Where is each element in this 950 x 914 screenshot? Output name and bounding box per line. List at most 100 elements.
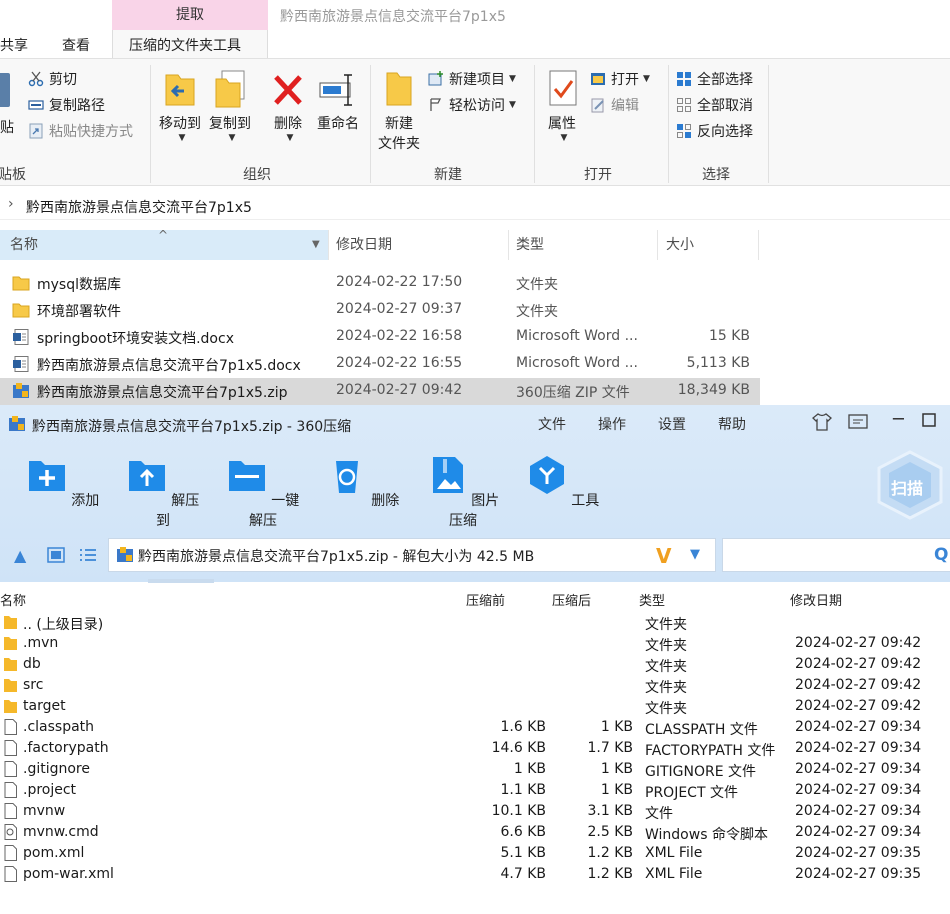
paste-icon[interactable] bbox=[0, 73, 10, 107]
menu-settings[interactable]: 设置 bbox=[658, 414, 686, 434]
column-divider[interactable] bbox=[758, 230, 759, 260]
paste-shortcut-icon bbox=[28, 123, 44, 139]
zip-file-row[interactable]: pom-war.xml 4.7 KB 1.2 KB XML File 2024-02-2… bbox=[0, 864, 950, 885]
address-bar[interactable]: › 黔西南旅游景点信息交流平台7p1x5 bbox=[0, 192, 950, 220]
copy-path-button[interactable]: 复制路径 bbox=[28, 95, 105, 115]
easy-access-button[interactable]: 轻松访问 ▼ bbox=[428, 95, 516, 115]
rename-button[interactable]: 重命名 bbox=[312, 69, 364, 133]
zip-file-row[interactable]: mvnw 10.1 KB 3.1 KB 文件 2024-02-27 09:34 bbox=[0, 801, 950, 822]
add-button[interactable]: 添加 bbox=[23, 455, 103, 510]
file-row[interactable]: 黔西南旅游景点信息交流平台7p1x5.docx 2024-02-22 16:55… bbox=[0, 351, 760, 378]
zip-search-input[interactable] bbox=[722, 538, 950, 572]
zip-file-date: 2024-02-27 09:34 bbox=[795, 782, 922, 798]
new-folder-label-1: 新建 bbox=[385, 116, 413, 132]
scissors-icon bbox=[28, 71, 44, 87]
zip-file-row[interactable]: .mvn 文件夹 2024-02-27 09:42 bbox=[0, 633, 950, 654]
zip-file-row[interactable]: src 文件夹 2024-02-27 09:42 bbox=[0, 675, 950, 696]
zip-column-name[interactable]: 名称 bbox=[0, 590, 26, 609]
zip-file-row[interactable]: .gitignore 1 KB 1 KB GITIGNORE 文件 2024-02-27… bbox=[0, 759, 950, 780]
delete-button[interactable]: 删除 ▼ bbox=[266, 69, 310, 143]
chevron-down-icon[interactable]: ▼ bbox=[690, 547, 700, 562]
one-click-extract-icon bbox=[228, 461, 265, 491]
one-click-extract-button[interactable]: 一键解压 bbox=[223, 455, 303, 530]
move-to-button[interactable]: 移动到 ▼ bbox=[156, 69, 204, 143]
file-row[interactable]: mysql数据库 2024-02-22 17:50 文件夹 bbox=[0, 270, 760, 297]
minimize-icon[interactable]: ─ bbox=[893, 409, 904, 430]
address-path[interactable]: 黔西南旅游景点信息交流平台7p1x5 bbox=[26, 197, 252, 217]
copy-to-label: 复制到 bbox=[209, 116, 251, 132]
column-header-name[interactable]: 名称 ^ ▼ bbox=[0, 228, 328, 260]
folder-icon bbox=[4, 700, 17, 713]
paste-shortcut-button[interactable]: 粘贴快捷方式 bbox=[28, 121, 133, 141]
zip-toolbar-area: 黔西南旅游景点信息交流平台7p1x5.zip - 360压缩 文件 操作 设置 … bbox=[0, 405, 950, 582]
chevron-down-icon[interactable]: ▼ bbox=[312, 230, 320, 260]
zip-column-date[interactable]: 修改日期 bbox=[790, 590, 842, 609]
select-none-button[interactable]: 全部取消 bbox=[676, 95, 753, 115]
zip-file-size-before: 6.6 KB bbox=[500, 824, 547, 840]
scan-button[interactable]: 扫描 bbox=[875, 450, 945, 520]
select-all-label: 全部选择 bbox=[697, 72, 753, 88]
select-all-button[interactable]: 全部选择 bbox=[676, 69, 753, 89]
menu-file[interactable]: 文件 bbox=[538, 414, 566, 434]
tab-share[interactable]: 共享 bbox=[0, 35, 28, 55]
file-date: 2024-02-22 16:58 bbox=[336, 328, 463, 344]
open-button[interactable]: 打开 ▼ bbox=[590, 69, 650, 89]
up-arrow-icon[interactable]: ▲ bbox=[14, 546, 26, 565]
tools-button[interactable]: 工具 bbox=[523, 455, 603, 510]
properties-button[interactable]: 属性 ▼ bbox=[540, 69, 584, 143]
paste-button-partial[interactable]: 贴 bbox=[0, 117, 14, 137]
column-header-size[interactable]: 大小 bbox=[656, 230, 756, 260]
v-logo-icon[interactable]: V bbox=[656, 544, 671, 568]
file-row[interactable]: springboot环境安装文档.docx 2024-02-22 16:58 M… bbox=[0, 324, 760, 351]
tab-compressed-folder-tools[interactable]: 压缩的文件夹工具 bbox=[129, 35, 241, 55]
zip-file-date: 2024-02-27 09:35 bbox=[795, 866, 922, 882]
maximize-icon[interactable] bbox=[922, 413, 936, 431]
edit-button[interactable]: 编辑 bbox=[590, 95, 639, 115]
zip-file-name: target bbox=[23, 698, 66, 714]
skin-icon[interactable] bbox=[812, 413, 832, 435]
tab-view[interactable]: 查看 bbox=[62, 35, 90, 55]
zip-file-row[interactable]: .factorypath 14.6 KB 1.7 KB FACTORYPATH 文件 2… bbox=[0, 738, 950, 759]
zip-file-row[interactable]: .classpath 1.6 KB 1 KB CLASSPATH 文件 2024-02-… bbox=[0, 717, 950, 738]
zip-file-row[interactable]: mvnw.cmd 6.6 KB 2.5 KB Windows 命令脚本 2024-02-… bbox=[0, 822, 950, 843]
invert-selection-button[interactable]: 反向选择 bbox=[676, 121, 753, 141]
new-folder-icon bbox=[386, 72, 412, 106]
zip-file-row[interactable]: .project 1.1 KB 1 KB PROJECT 文件 2024-02-27 0… bbox=[0, 780, 950, 801]
zip-column-post[interactable]: 压缩后 bbox=[552, 590, 591, 609]
chevron-right-icon[interactable]: › bbox=[8, 196, 14, 212]
cut-button[interactable]: 剪切 bbox=[28, 69, 77, 89]
view-thumbnail-icon[interactable] bbox=[47, 547, 65, 567]
menu-help[interactable]: 帮助 bbox=[718, 414, 746, 434]
zip-column-pre[interactable]: 压缩前 bbox=[466, 590, 505, 609]
column-header-type[interactable]: 类型 bbox=[506, 230, 656, 260]
zip-column-type[interactable]: 类型 bbox=[639, 590, 665, 609]
new-item-button[interactable]: 新建项目 ▼ bbox=[428, 69, 516, 89]
file-row-selected[interactable]: 黔西南旅游景点信息交流平台7p1x5.zip 2024-02-27 09:42 … bbox=[0, 378, 760, 405]
feedback-icon[interactable] bbox=[848, 413, 868, 435]
zip-file-type: PROJECT 文件 bbox=[645, 785, 738, 801]
file-row[interactable]: 环境部署软件 2024-02-27 09:37 文件夹 bbox=[0, 297, 760, 324]
file-date: 2024-02-27 09:42 bbox=[336, 382, 463, 398]
search-icon[interactable]: Q bbox=[934, 545, 948, 565]
image-compress-button[interactable]: 图片压缩 bbox=[423, 455, 503, 530]
new-folder-button[interactable]: 新建 文件夹 bbox=[374, 69, 424, 153]
zip-file-row[interactable]: .. (上级目录) 文件夹 bbox=[0, 612, 950, 633]
scan-label: 扫描 bbox=[891, 479, 924, 498]
context-tab-extract[interactable]: 提取 bbox=[112, 0, 268, 30]
delete-x-icon bbox=[274, 75, 302, 105]
zip-file-row[interactable]: db 文件夹 2024-02-27 09:42 bbox=[0, 654, 950, 675]
image-compress-label: 图片压缩 bbox=[449, 493, 500, 529]
column-header-date[interactable]: 修改日期 bbox=[326, 230, 506, 260]
extract-to-button[interactable]: 解压到 bbox=[123, 455, 203, 530]
zip-delete-button[interactable]: 删除 bbox=[323, 455, 403, 510]
copy-to-button[interactable]: 复制到 ▼ bbox=[206, 69, 254, 143]
zip-file-row[interactable]: pom.xml 5.1 KB 1.2 KB XML File 2024-02-27 09… bbox=[0, 843, 950, 864]
menu-operate[interactable]: 操作 bbox=[598, 414, 626, 434]
zip-file-row[interactable]: target 文件夹 2024-02-27 09:42 bbox=[0, 696, 950, 717]
select-all-icon bbox=[676, 71, 692, 87]
add-icon bbox=[28, 461, 65, 491]
group-separator bbox=[150, 65, 151, 183]
view-list-icon[interactable] bbox=[79, 547, 97, 567]
zip-path-icon bbox=[117, 547, 133, 562]
zip-file-size-before: 4.7 KB bbox=[500, 866, 547, 882]
